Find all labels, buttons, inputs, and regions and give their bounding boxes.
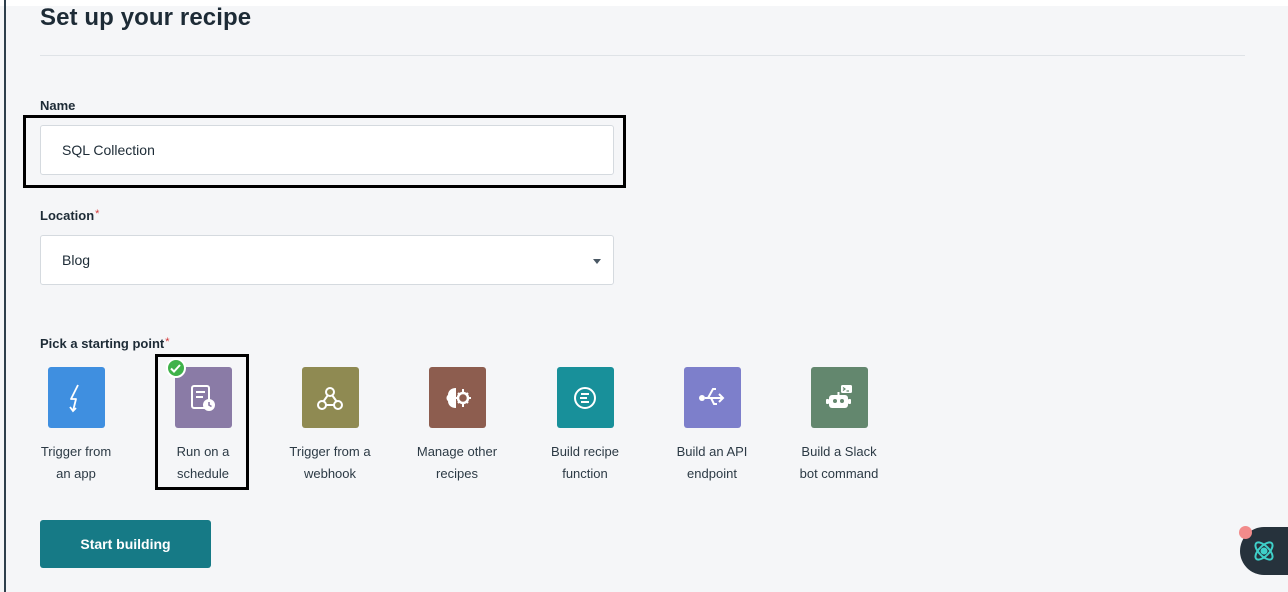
location-label: Location* (40, 208, 99, 223)
api-icon (683, 367, 741, 428)
starting-point-trigger-from-app[interactable]: Trigger from an app (16, 367, 136, 485)
starting-point-label: Build a Slack bot command (799, 444, 879, 481)
lightning-icon (47, 367, 105, 428)
starting-point-label: Trigger from a webhook (289, 444, 371, 481)
location-label-text: Location (40, 208, 95, 223)
name-label-text: Name (40, 98, 76, 113)
check-icon (165, 358, 186, 378)
name-input-value: SQL Collection (62, 142, 155, 158)
starting-point-label: Pick a starting point* (40, 336, 170, 351)
page-title: Set up your recipe (40, 4, 252, 31)
starting-point-slack-bot[interactable]: Build a Slack bot command (779, 367, 899, 485)
starting-point-run-on-schedule[interactable]: Run on a schedule (143, 358, 263, 485)
starting-point-label: Run on a schedule (176, 444, 230, 481)
bot-icon (810, 367, 868, 428)
schedule-icon (165, 358, 232, 428)
notification-dot (1239, 526, 1252, 539)
starting-point-webhook[interactable]: Trigger from a webhook (270, 367, 390, 485)
starting-point-label: Build an API endpoint (676, 444, 748, 481)
webhook-icon (301, 367, 359, 428)
required-mark: * (165, 336, 170, 348)
name-input[interactable]: SQL Collection (40, 125, 614, 175)
starting-point-label: Manage other recipes (416, 444, 498, 481)
function-icon (556, 367, 614, 428)
starting-point-api-endpoint[interactable]: Build an API endpoint (652, 367, 772, 485)
recipe-setup-page: Set up your recipe Name SQL Collection L… (0, 0, 1288, 592)
start-building-button[interactable]: Start building (40, 520, 211, 568)
starting-point-label-text: Pick a starting point (40, 336, 165, 351)
left-border (4, 0, 6, 592)
title-divider (40, 55, 1245, 56)
assistant-icon (1254, 541, 1274, 561)
location-select[interactable]: Blog (40, 235, 614, 285)
starting-point-label: Build recipe function (551, 444, 619, 481)
starting-point-manage-recipes[interactable]: Manage other recipes (397, 367, 517, 485)
location-select-value: Blog (62, 252, 91, 268)
chevron-down-icon (593, 259, 601, 264)
name-label: Name (40, 98, 75, 113)
brain-icon (428, 367, 486, 428)
starting-point-recipe-function[interactable]: Build recipe function (525, 367, 645, 485)
starting-point-label: Trigger from an app (40, 444, 112, 481)
required-mark: * (95, 208, 100, 220)
